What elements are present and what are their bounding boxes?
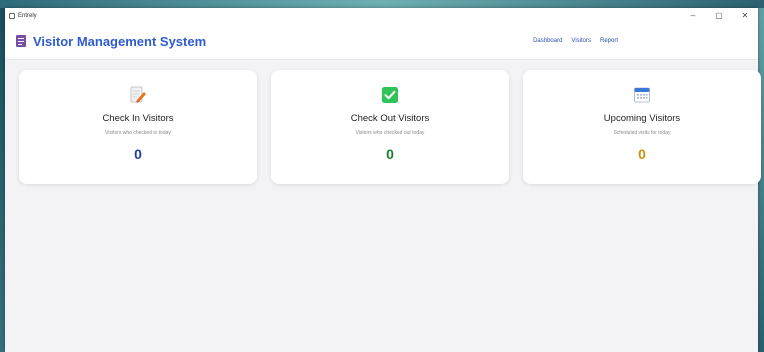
top-nav: Dashboard Visitors Report [533, 38, 758, 44]
minimize-button[interactable]: – [680, 8, 706, 23]
check-out-title: Check Out Visitors [350, 113, 430, 124]
check-in-description: Visitors who checked in today [105, 130, 171, 136]
check-out-count: 0 [386, 146, 394, 162]
app-window: Entrely – ▢ ✕ Visitor Management System … [5, 8, 761, 352]
check-box-icon [381, 86, 399, 104]
upcoming-card[interactable]: Upcoming Visitors Scheduled visits for t… [523, 70, 761, 184]
nav-report[interactable]: Report [600, 38, 618, 44]
check-in-title: Check In Visitors [102, 113, 174, 124]
window-title: Entrely [18, 12, 37, 19]
check-out-description: Visitors who checked out today [355, 130, 425, 136]
upcoming-title: Upcoming Visitors [603, 113, 681, 124]
edit-document-icon [129, 86, 147, 104]
upcoming-description: Scheduled visits for today [613, 130, 671, 136]
app-icon [9, 12, 15, 19]
nav-visitors[interactable]: Visitors [571, 38, 591, 44]
brand: Visitor Management System [5, 34, 206, 49]
title-bar: Entrely – ▢ ✕ [5, 8, 758, 23]
nav-dashboard[interactable]: Dashboard [533, 38, 562, 44]
check-out-card[interactable]: Check Out Visitors Visitors who checked … [271, 70, 509, 184]
close-button[interactable]: ✕ [732, 8, 758, 23]
clipboard-icon [16, 35, 26, 47]
desktop-background [0, 0, 764, 8]
calendar-icon [633, 86, 651, 104]
app-header: Visitor Management System Dashboard Visi… [5, 23, 758, 60]
check-in-count: 0 [134, 146, 142, 162]
app-title: Visitor Management System [33, 33, 207, 49]
window-controls: – ▢ ✕ [680, 8, 758, 23]
check-in-card[interactable]: Check In Visitors Visitors who checked i… [19, 70, 257, 184]
title-bar-left: Entrely [5, 12, 37, 19]
upcoming-count: 0 [638, 146, 646, 162]
maximize-button[interactable]: ▢ [706, 8, 732, 23]
